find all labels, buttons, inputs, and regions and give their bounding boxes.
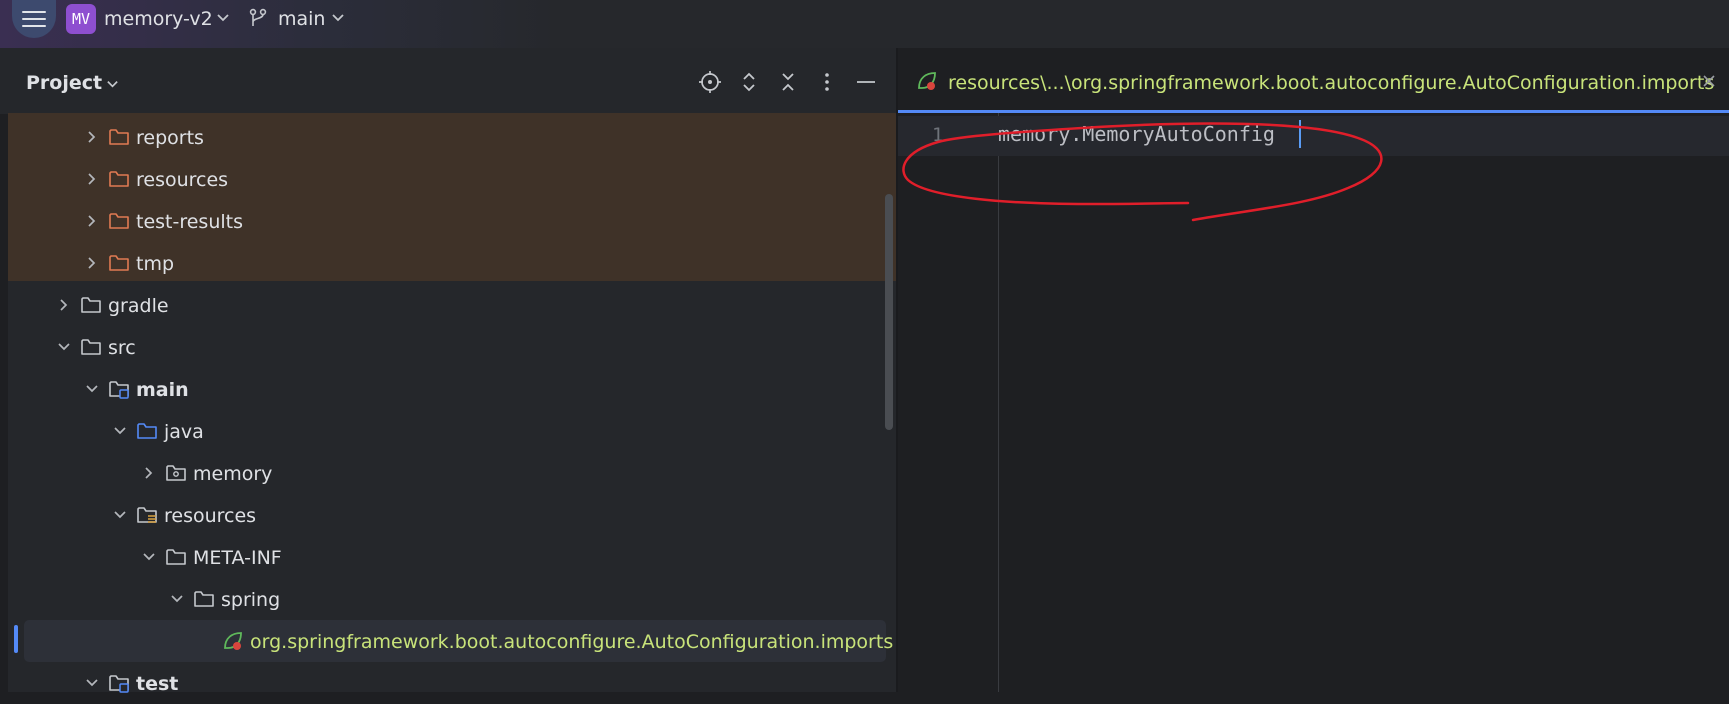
folder-icon <box>166 549 186 565</box>
expand-all-icon[interactable] <box>736 69 762 95</box>
chevron-right-icon[interactable] <box>84 213 100 229</box>
folder-icon <box>137 507 157 523</box>
active-tab-indicator <box>898 110 1729 113</box>
tree-item-spring[interactable]: spring <box>8 578 888 620</box>
selection-marker <box>14 625 18 653</box>
chevron-down-icon[interactable] <box>84 381 100 397</box>
tree-item-meta-inf[interactable]: META-INF <box>8 536 888 578</box>
text-cursor <box>1299 120 1301 148</box>
tree-item-java[interactable]: java <box>8 410 888 452</box>
folder-icon <box>109 381 129 399</box>
tree-item-label: src <box>108 337 136 359</box>
menu-line-icon <box>22 18 46 20</box>
options-menu-icon[interactable] <box>814 69 840 95</box>
project-view-title[interactable]: Project <box>26 72 102 94</box>
tree-item-resources[interactable]: resources <box>8 494 888 536</box>
tree-item-reports[interactable]: reports <box>8 116 888 158</box>
chevron-down-icon[interactable] <box>331 10 345 24</box>
folder-icon <box>194 591 214 607</box>
chevron-down-icon[interactable] <box>84 675 100 691</box>
close-icon[interactable] <box>1700 72 1718 90</box>
tree-item-label: main <box>136 379 189 401</box>
chevron-down-icon[interactable] <box>216 10 230 24</box>
folder-icon <box>166 465 186 481</box>
tree-item-label: tmp <box>136 253 175 275</box>
folder-icon <box>109 171 129 187</box>
title-bar: MV memory-v2 main <box>0 0 1729 48</box>
tree-item-org-springframework-boot-autoconfigure-autoconfiguration-imports[interactable]: org.springframework.boot.autoconfigure.A… <box>8 620 893 662</box>
project-panel-header: Project <box>0 48 896 114</box>
tree-item-label: resources <box>136 169 229 191</box>
tree-item-label: java <box>164 421 204 443</box>
tree-item-label: memory <box>193 463 273 485</box>
tree-item-label: gradle <box>108 295 169 317</box>
panel-edge <box>0 114 8 692</box>
collapse-all-icon[interactable] <box>775 69 801 95</box>
line-number-gutter <box>898 113 999 692</box>
folder-icon <box>109 129 129 145</box>
tree-item-gradle[interactable]: gradle <box>8 284 888 326</box>
folder-icon <box>81 297 101 313</box>
chevron-right-icon[interactable] <box>84 171 100 187</box>
menu-line-icon <box>22 25 46 27</box>
project-badge[interactable]: MV <box>66 4 96 34</box>
editor-area: resources\...\org.springframework.boot.a… <box>898 48 1729 692</box>
tree-item-resources[interactable]: resources <box>8 158 888 200</box>
tree-item-main[interactable]: main <box>8 368 888 410</box>
tree-item-label: org.springframework.boot.autoconfigure.A… <box>250 631 894 653</box>
project-name[interactable]: memory-v2 <box>104 8 213 30</box>
chevron-right-icon[interactable] <box>141 465 157 481</box>
locate-file-icon[interactable] <box>697 69 723 95</box>
tree-item-label: resources <box>164 505 257 527</box>
tree-item-label: META-INF <box>193 547 282 569</box>
chevron-down-icon[interactable] <box>112 423 128 439</box>
chevron-down-icon[interactable] <box>169 591 185 607</box>
folder-icon <box>137 423 157 439</box>
menu-line-icon <box>22 11 46 13</box>
branch-name[interactable]: main <box>278 8 325 30</box>
tree-item-test[interactable]: test <box>8 662 888 704</box>
tree-item-label: test-results <box>136 211 243 233</box>
folder-icon <box>109 675 129 693</box>
chevron-right-icon[interactable] <box>84 255 100 271</box>
tree-item-test-results[interactable]: test-results <box>8 200 888 242</box>
tree-item-label: spring <box>221 589 281 611</box>
main-menu-button[interactable] <box>12 0 56 38</box>
line-number: 1 <box>932 124 944 146</box>
tree-item-tmp[interactable]: tmp <box>8 242 888 284</box>
folder-icon <box>81 339 101 355</box>
chevron-right-icon[interactable] <box>84 129 100 145</box>
code-line[interactable]: memory.MemoryAutoConfig <box>998 122 1275 146</box>
chevron-down-icon[interactable] <box>112 507 128 523</box>
tree-item-src[interactable]: src <box>8 326 888 368</box>
editor-tab[interactable]: resources\...\org.springframework.boot.a… <box>898 48 1729 110</box>
folder-icon <box>109 213 129 229</box>
folder-icon <box>109 255 129 271</box>
editor-tab-label[interactable]: resources\...\org.springframework.boot.a… <box>948 72 1714 94</box>
spring-file-icon <box>918 72 936 90</box>
chevron-down-icon[interactable] <box>106 77 119 90</box>
chevron-down-icon[interactable] <box>56 339 72 355</box>
tree-item-label: reports <box>136 127 204 149</box>
project-tool-window: Project reports resources test-results tmp g… <box>0 48 896 695</box>
hide-panel-icon[interactable] <box>853 69 879 95</box>
git-branch-icon <box>249 8 267 26</box>
chevron-down-icon[interactable] <box>141 549 157 565</box>
tree-item-memory[interactable]: memory <box>8 452 888 494</box>
spring-file-icon <box>224 632 242 650</box>
chevron-right-icon[interactable] <box>56 297 72 313</box>
